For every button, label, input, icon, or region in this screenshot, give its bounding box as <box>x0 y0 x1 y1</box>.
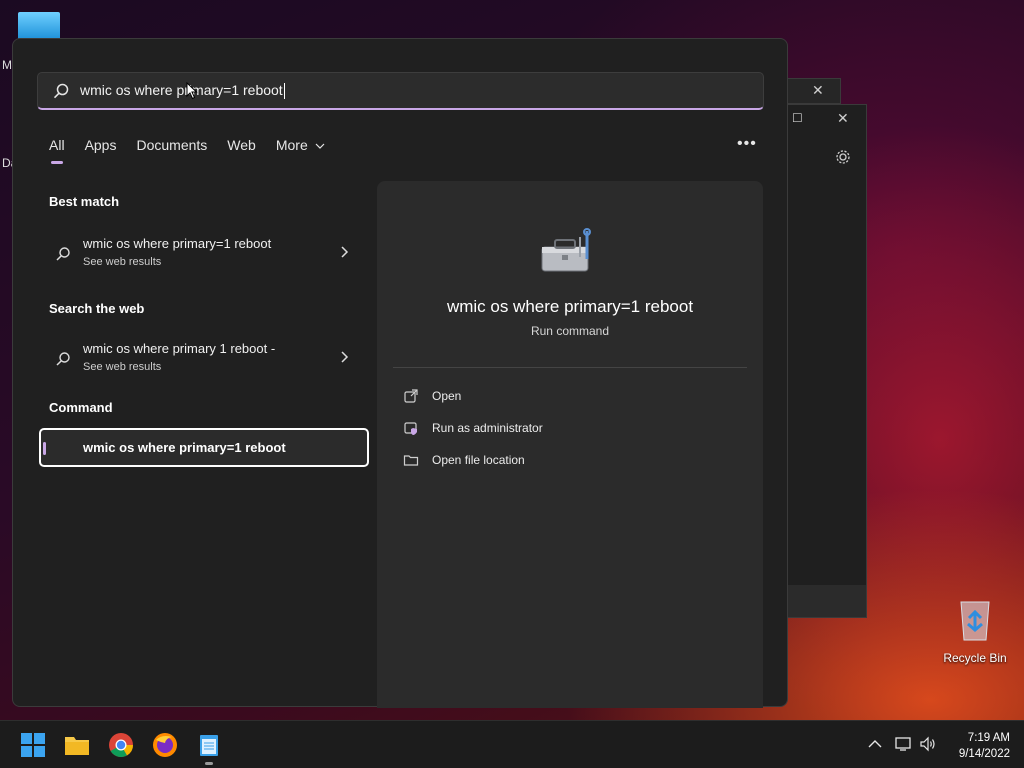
shield-admin-icon <box>404 422 417 435</box>
detail-title: wmic os where primary=1 reboot <box>446 297 694 316</box>
search-icon <box>53 83 69 98</box>
result-title: wmic os where primary=1 reboot <box>83 236 272 251</box>
more-options-button[interactable]: ••• <box>737 135 757 153</box>
action-open-file-location[interactable]: Open file location <box>403 450 525 470</box>
chevron-up-icon[interactable] <box>866 735 884 753</box>
background-window: ✕ <box>787 78 841 104</box>
firefox-icon[interactable] <box>152 732 178 758</box>
tab-documents[interactable]: Documents <box>136 137 207 153</box>
open-external-icon <box>404 389 418 403</box>
action-open[interactable]: Open <box>403 386 461 406</box>
section-best-match: Best match <box>49 194 120 209</box>
result-subtitle: See web results <box>83 256 162 268</box>
volume-icon[interactable] <box>919 735 937 753</box>
search-icon <box>56 247 70 261</box>
result-title: wmic os where primary 1 reboot - <box>83 341 276 356</box>
close-icon[interactable]: ✕ <box>812 82 824 99</box>
close-icon[interactable]: ✕ <box>837 110 849 127</box>
file-explorer-icon[interactable] <box>64 732 90 758</box>
folder-icon <box>403 455 419 466</box>
toolbox-icon <box>541 228 591 272</box>
maximize-icon[interactable]: ☐ <box>792 111 803 125</box>
background-window: ☐ ✕ <box>787 104 867 618</box>
search-panel: wmic os where primary=1 reboot All Apps … <box>12 38 788 708</box>
clock-date: 9/14/2022 <box>958 748 1010 760</box>
tab-all[interactable]: All <box>49 137 65 164</box>
action-label: Open <box>432 389 462 403</box>
chrome-icon[interactable] <box>108 732 134 758</box>
clock-time: 7:19 AM <box>967 732 1010 744</box>
command-result-selected[interactable]: wmic os where primary=1 reboot <box>39 428 369 467</box>
chevron-down-icon <box>315 143 325 149</box>
desktop-icon-partial[interactable] <box>18 12 60 40</box>
chevron-right-icon[interactable] <box>339 245 351 259</box>
selection-indicator <box>43 442 46 455</box>
action-label: Run as administrator <box>432 421 543 435</box>
web-result[interactable]: wmic os where primary 1 reboot - See web… <box>39 337 369 385</box>
search-query[interactable]: wmic os where primary=1 reboot <box>80 82 285 100</box>
action-run-as-admin[interactable]: Run as administrator <box>403 418 543 438</box>
gear-icon[interactable] <box>835 149 851 165</box>
detail-subtitle: Run command <box>530 324 610 338</box>
filter-tabs: All Apps Documents Web More <box>49 137 345 164</box>
best-match-result[interactable]: wmic os where primary=1 reboot See web r… <box>39 232 369 280</box>
desktop-label-fragment: M <box>2 58 12 72</box>
chevron-right-icon[interactable] <box>339 350 351 364</box>
recycle-bin-label: Recycle Bin <box>943 651 1007 665</box>
taskbar: 7:19 AM 9/14/2022 <box>0 720 1024 768</box>
network-icon[interactable] <box>894 735 912 753</box>
notepad-icon[interactable] <box>196 732 222 758</box>
result-subtitle: See web results <box>83 361 162 373</box>
tab-more[interactable]: More <box>276 137 325 153</box>
section-search-web: Search the web <box>49 301 145 316</box>
action-label: Open file location <box>432 453 525 467</box>
divider <box>393 367 747 368</box>
tab-web[interactable]: Web <box>227 137 256 153</box>
tab-apps[interactable]: Apps <box>85 137 117 153</box>
recycle-bin-icon <box>960 601 990 641</box>
running-indicator <box>205 762 213 765</box>
mouse-cursor-icon <box>186 82 198 100</box>
search-icon <box>56 352 70 366</box>
search-input[interactable]: wmic os where primary=1 reboot <box>37 72 764 110</box>
detail-pane: wmic os where primary=1 reboot Run comma… <box>377 181 763 708</box>
command-title: wmic os where primary=1 reboot <box>83 440 286 455</box>
section-command: Command <box>49 400 113 415</box>
clock[interactable]: 7:19 AM 9/14/2022 <box>944 730 1010 762</box>
start-icon[interactable] <box>20 732 46 758</box>
recycle-bin[interactable]: Recycle Bin <box>942 598 1008 665</box>
